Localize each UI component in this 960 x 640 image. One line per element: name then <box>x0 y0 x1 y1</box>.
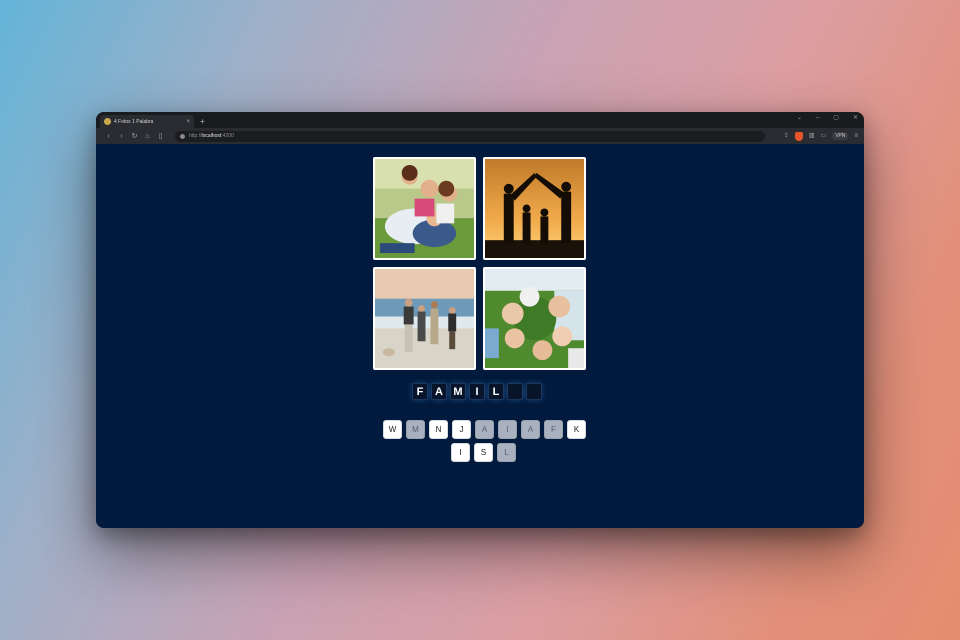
photo-family-on-grass <box>373 157 476 260</box>
answer-slot[interactable] <box>526 383 542 400</box>
tab-title: 4 Fotos 1 Palabra <box>114 118 154 125</box>
answer-slot[interactable]: M <box>450 383 466 400</box>
photo-family-silhouette-sunset <box>483 157 586 260</box>
tab-strip: 4 Fotos 1 Palabra × + ⌄ – ▢ ✕ <box>96 112 864 128</box>
letter-key[interactable]: I <box>451 443 470 462</box>
browser-window: 4 Fotos 1 Palabra × + ⌄ – ▢ ✕ ‹ › ↻ ⌂ ▯ … <box>96 112 864 528</box>
tab-close-icon[interactable]: × <box>186 119 190 125</box>
letter-key[interactable]: W <box>383 420 402 439</box>
share-icon[interactable]: ⇪ <box>784 133 789 139</box>
site-info-icon[interactable] <box>180 133 185 139</box>
answer-slot[interactable]: A <box>431 383 447 400</box>
favicon-icon <box>104 118 111 125</box>
letter-bank-row-2: I S L <box>451 443 516 462</box>
answer-slot[interactable] <box>507 383 523 400</box>
bookmark-icon[interactable]: ▯ <box>154 133 167 140</box>
answer-slot[interactable]: I <box>469 383 485 400</box>
letter-key[interactable]: K <box>567 420 586 439</box>
url-port: :4200 <box>221 133 234 139</box>
answer-slot[interactable]: L <box>488 383 504 400</box>
letter-key-used[interactable]: A <box>475 420 494 439</box>
photo-family-on-beach <box>373 267 476 370</box>
sidebar-icon[interactable]: ▥ <box>809 133 815 139</box>
address-bar[interactable]: http:// localhost :4200 <box>175 130 765 142</box>
back-icon[interactable]: ‹ <box>102 133 115 140</box>
letter-key-used[interactable]: L <box>497 443 516 462</box>
browser-toolbar: ‹ › ↻ ⌂ ▯ http:// localhost :4200 ⇪ ▥ ▭ … <box>96 128 864 144</box>
photo-kids-lying-in-circle <box>483 267 586 370</box>
minimize-icon[interactable]: – <box>816 115 819 121</box>
letter-key[interactable]: S <box>474 443 493 462</box>
menu-icon[interactable]: ≡ <box>854 133 858 139</box>
tab-search-icon[interactable]: ⌄ <box>797 115 802 121</box>
forward-icon[interactable]: › <box>115 133 128 140</box>
wallet-icon[interactable]: ▭ <box>821 133 827 139</box>
letter-key[interactable]: J <box>452 420 471 439</box>
close-window-icon[interactable]: ✕ <box>853 115 858 121</box>
game-page: F A M I L W M N J A I A F K I S L <box>96 144 864 528</box>
toolbar-actions: ⇪ ▥ ▭ VPN ≡ <box>784 131 858 141</box>
letter-key-used[interactable]: F <box>544 420 563 439</box>
letter-key[interactable]: N <box>429 420 448 439</box>
home-icon[interactable]: ⌂ <box>141 133 154 140</box>
browser-tab[interactable]: 4 Fotos 1 Palabra × <box>100 115 194 128</box>
brave-shield-icon[interactable] <box>794 131 803 141</box>
window-controls: ⌄ – ▢ ✕ <box>797 115 858 121</box>
url-scheme: http:// <box>189 133 202 139</box>
maximize-icon[interactable]: ▢ <box>833 115 839 121</box>
url-host: localhost <box>201 133 222 139</box>
new-tab-button[interactable]: + <box>200 118 205 126</box>
vpn-button[interactable]: VPN <box>832 132 849 140</box>
letter-bank-row-1: W M N J A I A F K <box>383 420 586 439</box>
letter-key-used[interactable]: M <box>406 420 425 439</box>
answer-slot[interactable]: F <box>412 383 428 400</box>
letter-key-used[interactable]: A <box>521 420 540 439</box>
reload-icon[interactable]: ↻ <box>128 133 141 140</box>
answer-slots: F A M I L <box>412 383 542 400</box>
letter-key-used[interactable]: I <box>498 420 517 439</box>
